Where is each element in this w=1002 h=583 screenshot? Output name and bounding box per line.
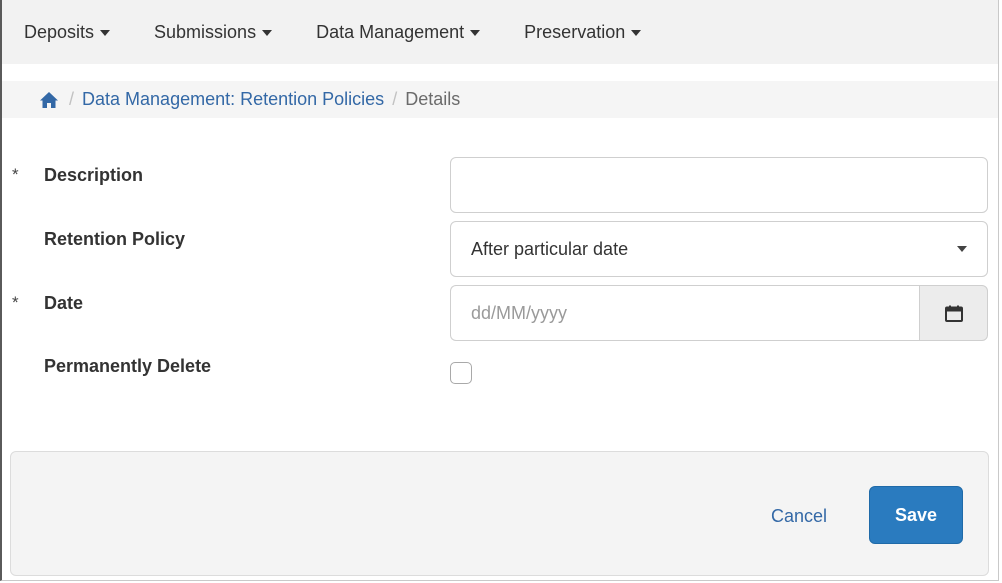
permanently-delete-label: Permanently Delete xyxy=(44,356,212,376)
save-button-label: Save xyxy=(894,504,938,525)
chevron-down-icon xyxy=(631,30,642,36)
retention-policy-row: Retention Policy After particular date xyxy=(2,221,998,277)
nav-submissions[interactable]: Submissions xyxy=(154,21,273,43)
retention-policy-label: Retention Policy xyxy=(44,229,186,249)
date-label: Date xyxy=(44,293,84,313)
description-label: Description xyxy=(44,165,144,185)
form-footer: Cancel Save xyxy=(10,451,989,576)
calendar-icon xyxy=(944,305,963,322)
retention-policy-page: Deposits Submissions Data Management Pre… xyxy=(0,0,999,581)
top-nav: Deposits Submissions Data Management Pre… xyxy=(2,0,998,64)
nav-preservation[interactable]: Preservation xyxy=(524,21,642,43)
breadcrumb-separator: / xyxy=(392,89,398,109)
description-row: * Description xyxy=(2,157,998,213)
permanently-delete-row: Permanently Delete xyxy=(2,353,998,393)
permanently-delete-checkbox[interactable] xyxy=(450,362,472,384)
nav-data-management[interactable]: Data Management xyxy=(316,21,481,43)
date-input-group xyxy=(450,285,988,341)
retention-policy-value: After particular date xyxy=(471,238,629,259)
required-marker: * xyxy=(12,293,19,312)
nav-submissions-label: Submissions xyxy=(154,21,257,42)
nav-deposits[interactable]: Deposits xyxy=(24,21,111,43)
description-input[interactable] xyxy=(450,157,988,213)
save-button[interactable]: Save xyxy=(869,486,963,544)
breadcrumb-current: Details xyxy=(405,89,461,109)
breadcrumb: / Data Management: Retention Policies / … xyxy=(2,81,998,118)
breadcrumb-link-retention-policies[interactable]: Data Management: Retention Policies xyxy=(82,89,384,110)
calendar-button[interactable] xyxy=(919,285,988,341)
chevron-down-icon xyxy=(470,30,481,36)
date-input[interactable] xyxy=(450,285,919,341)
required-marker: * xyxy=(12,165,19,184)
chevron-down-icon xyxy=(957,246,967,252)
date-row: * Date xyxy=(2,285,998,341)
chevron-down-icon xyxy=(100,30,111,36)
retention-policy-select[interactable]: After particular date xyxy=(450,221,988,277)
nav-data-management-label: Data Management xyxy=(316,21,465,42)
chevron-down-icon xyxy=(262,30,273,36)
home-icon[interactable] xyxy=(39,90,61,110)
breadcrumb-separator: / xyxy=(69,89,75,109)
nav-deposits-label: Deposits xyxy=(24,21,95,42)
cancel-button[interactable]: Cancel xyxy=(771,506,827,527)
nav-preservation-label: Preservation xyxy=(524,21,626,42)
